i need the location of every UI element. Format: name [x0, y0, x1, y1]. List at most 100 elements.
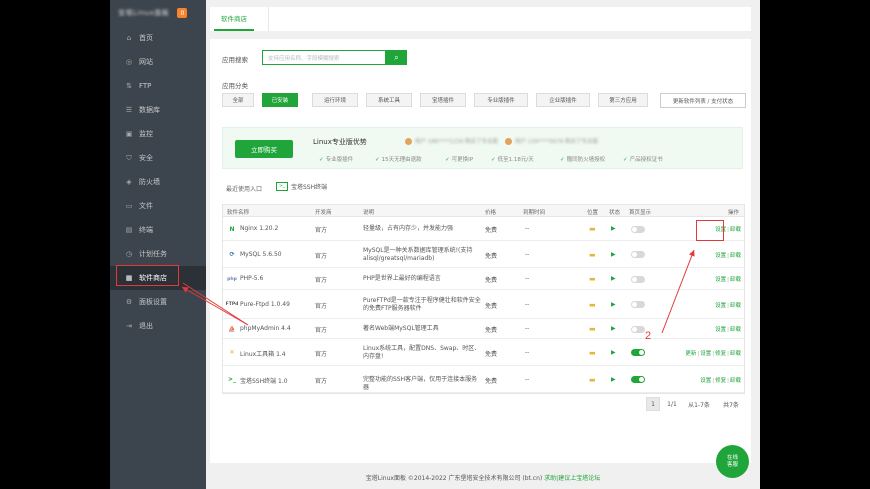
folder-icon[interactable]: ▬ [589, 325, 596, 333]
search-button[interactable]: ⌕ [386, 50, 407, 65]
notification-badge[interactable]: 0 [177, 8, 188, 18]
sidebar-item-9[interactable]: ◷ 计划任务 [110, 242, 206, 266]
software-name[interactable]: phpMyAdmin 4.4 [240, 325, 291, 332]
action-link[interactable]: 设置 [700, 378, 711, 384]
table-header-cell: 首页显示 [629, 210, 652, 216]
footer-links[interactable]: 求助|建议上宝塔论坛 [544, 475, 600, 482]
action-link[interactable]: 卸载 [730, 277, 741, 283]
software-description: 完整功能的SSH客户端，仅用于连接本服务器 [363, 375, 478, 391]
homepage-display-toggle[interactable] [631, 301, 645, 308]
software-name[interactable]: Linux工具箱 1.4 [240, 349, 286, 358]
action-separator: | [712, 377, 715, 384]
terminal-icon: ▤ [125, 226, 133, 234]
logout-icon: ⇥ [126, 322, 132, 330]
action-link[interactable]: 卸载 [730, 351, 741, 357]
promo-feature: ✓ 产品授权证书 [623, 155, 663, 163]
sidebar-item-2[interactable]: ⇅ FTP [110, 74, 206, 98]
play-icon[interactable]: ▶ [611, 325, 616, 332]
promo-feature: ✓ 低至1.18元/天 [491, 155, 534, 163]
action-link[interactable]: 更新 [685, 351, 696, 357]
folder-icon[interactable]: ▬ [589, 349, 596, 357]
category-button-5[interactable]: 专业版插件 [474, 93, 528, 107]
category-button-0[interactable]: 全部 [222, 93, 254, 107]
footer: 宝塔Linux面板 ©2014-2022 广东堡塔安全技术有限公司 (bt.cn… [206, 473, 760, 482]
page-current[interactable]: 1 [646, 397, 660, 411]
folder-icon[interactable]: ▬ [589, 225, 596, 233]
homepage-display-toggle[interactable] [631, 376, 645, 383]
buy-now-button[interactable]: 立即购买 [235, 140, 293, 158]
sidebar-item-6[interactable]: ◈ 防火墙 [110, 170, 206, 194]
annotation-box-sidebar [116, 265, 179, 286]
action-separator: | [727, 327, 729, 333]
sidebar-item-4[interactable]: ▣ 监控 [110, 122, 206, 146]
category-button-4[interactable]: 宝塔插件 [420, 93, 466, 107]
folder-icon[interactable]: ▬ [589, 301, 596, 309]
action-link[interactable]: 设置 [715, 277, 726, 283]
sidebar-item-11[interactable]: ⚙ 面板设置 [110, 290, 206, 314]
search-input[interactable]: 支持应用名称、字段模糊搜索 [262, 50, 386, 65]
sidebar-item-7[interactable]: ▭ 文件 [110, 194, 206, 218]
homepage-display-toggle[interactable] [631, 349, 645, 356]
category-button-2[interactable]: 运行环境 [312, 93, 358, 107]
category-button-7[interactable]: 第三方应用 [598, 93, 648, 107]
play-icon[interactable]: ▶ [611, 275, 616, 282]
folder-icon[interactable]: ▬ [589, 275, 596, 283]
update-list-button[interactable]: 更新软件列表 / 支付状态 [660, 93, 746, 108]
action-link[interactable]: 修复 [715, 378, 726, 384]
brand-name: 宝塔Linux面板 [118, 9, 170, 17]
action-link[interactable]: 设置 [700, 351, 711, 357]
play-icon[interactable]: ▶ [611, 251, 616, 258]
software-developer: 官方 [315, 227, 328, 234]
action-link[interactable]: 卸载 [730, 227, 741, 233]
software-expire: -- [525, 300, 530, 308]
sidebar-item-label: 网站 [139, 58, 153, 66]
category-button-1[interactable]: 已安装 [262, 93, 298, 107]
software-icon: php [227, 276, 237, 282]
check-icon: ✓ [623, 157, 628, 163]
sidebar-item-5[interactable]: ⛉ 安全 [110, 146, 206, 170]
sidebar-item-1[interactable]: ◎ 网站 [110, 50, 206, 74]
action-link[interactable]: 卸载 [730, 327, 741, 333]
software-name[interactable]: PHP-5.6 [240, 275, 263, 282]
sidebar-item-0[interactable]: ⌂ 首页 [110, 26, 206, 50]
homepage-display-toggle[interactable] [631, 275, 645, 283]
play-icon[interactable]: ▶ [611, 301, 616, 308]
software-price: 免费 [485, 327, 498, 334]
software-name[interactable]: Pure-Ftpd 1.0.49 [240, 301, 290, 308]
promo-feature-label: 15天无理由退款 [381, 157, 422, 163]
homepage-display-toggle[interactable] [631, 251, 645, 258]
software-name[interactable]: 宝塔SSH终端 1.0 [240, 376, 288, 385]
action-link[interactable]: 卸载 [730, 378, 741, 384]
action-link[interactable]: 设置 [715, 303, 726, 309]
action-link[interactable]: 设置 [715, 327, 726, 333]
recent-ssh-terminal[interactable]: >_ 宝塔SSH终端 [276, 182, 327, 191]
action-separator: | [727, 252, 729, 259]
table-body: N Nginx 1.20.2 官方 轻量级，占有内存少，并发能力强 免费 -- ▬ ▶ 设置|卸… [223, 217, 744, 393]
tab-divider [268, 7, 269, 31]
homepage-display-toggle[interactable] [631, 225, 645, 233]
action-link[interactable]: 修复 [715, 351, 726, 357]
folder-icon: ▭ [125, 202, 133, 210]
tab-software-store[interactable]: 软件商店 [214, 7, 254, 31]
action-link[interactable]: 设置 [715, 253, 726, 259]
folder-icon[interactable]: ▬ [589, 376, 596, 384]
action-link[interactable]: 卸载 [730, 303, 741, 309]
sidebar-item-label: 首页 [139, 34, 153, 42]
software-name[interactable]: Nginx 1.20.2 [240, 225, 278, 232]
online-support-button[interactable]: 在线 客服 [716, 445, 749, 478]
play-icon[interactable]: ▶ [611, 225, 616, 232]
software-name[interactable]: MySQL 5.6.50 [240, 251, 282, 258]
play-icon[interactable]: ▶ [611, 376, 616, 383]
promo-user-text: 用户 139****5678 购买了专业版 [515, 139, 598, 145]
sidebar-item-3[interactable]: ☰ 数据库 [110, 98, 206, 122]
category-button-6[interactable]: 企业版插件 [536, 93, 590, 107]
sidebar-item-12[interactable]: ⇥ 退出 [110, 314, 206, 338]
folder-icon[interactable]: ▬ [589, 251, 596, 259]
category-button-3[interactable]: 系统工具 [366, 93, 412, 107]
play-icon[interactable]: ▶ [611, 349, 616, 356]
homepage-display-toggle[interactable] [631, 325, 645, 333]
app-window: 宝塔Linux面板 0 ⌂ 首页 ◎ 网站 ⇅ FTP ☰ 数据库 ▣ 监控 ⛉ 安全 ◈ 防火墙 ▭ 文件 ▤… [110, 0, 760, 489]
sidebar-item-label: FTP [139, 82, 152, 90]
sidebar-item-8[interactable]: ▤ 终端 [110, 218, 206, 242]
action-link[interactable]: 卸载 [730, 253, 741, 259]
